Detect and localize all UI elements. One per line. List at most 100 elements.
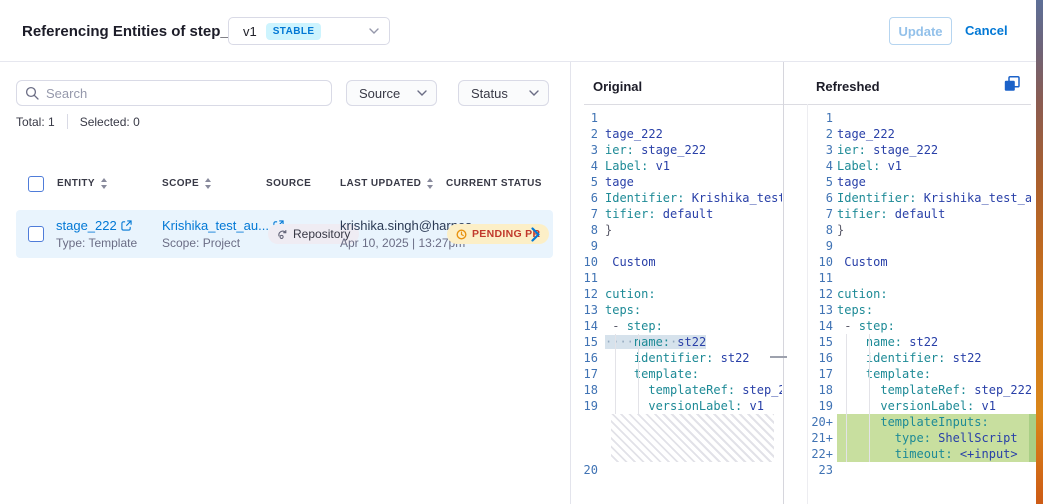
code-line: 15····name:·st22 xyxy=(571,334,782,350)
sort-icon[interactable] xyxy=(426,178,434,189)
code-line: 20 xyxy=(571,462,782,478)
scope-cell: Krishika_test_au... Scope: Project xyxy=(162,218,284,250)
indent-guide xyxy=(638,334,639,414)
status-filter-dropdown[interactable]: Status xyxy=(458,80,549,106)
scrollbar-thumb[interactable] xyxy=(770,356,787,358)
code-line: 3ier: stage_222 xyxy=(807,142,1031,158)
code-line: 2tage_222 xyxy=(807,126,1031,142)
code-line: 23 xyxy=(807,462,1031,478)
code-line: 13teps: xyxy=(807,302,1031,318)
results-summary: Total: 1 Selected: 0 xyxy=(16,114,140,129)
code-line: 2tage_222 xyxy=(571,126,782,142)
column-header-current-status: CURRENT STATUS xyxy=(446,178,542,189)
code-line: 19 versionLabel: v1 xyxy=(571,398,782,414)
code-line: 18 templateRef: step_222 xyxy=(571,382,782,398)
code-line: 13teps: xyxy=(571,302,782,318)
cancel-button[interactable]: Cancel xyxy=(965,17,1008,45)
code-line: 17 template: xyxy=(807,366,1031,382)
version-label: v1 xyxy=(243,24,257,39)
code-line: 16 identifier: st22 xyxy=(807,350,1031,366)
clock-icon xyxy=(456,229,467,240)
stable-badge: STABLE xyxy=(266,23,322,40)
table-row[interactable]: stage_222 Type: Template Krishika_test_a… xyxy=(16,210,553,258)
diff-sash[interactable] xyxy=(783,62,784,504)
external-link-icon[interactable] xyxy=(121,220,132,231)
chevron-down-icon xyxy=(369,28,379,34)
source-filter-dropdown[interactable]: Source xyxy=(346,80,437,106)
indent-guide xyxy=(869,334,870,462)
code-line: 9 xyxy=(571,238,782,254)
column-header-source: SOURCE xyxy=(266,178,311,189)
code-line: 22+ timeout: <+input> xyxy=(807,446,1031,462)
table-header: ENTITY SCOPE SOURCE LAST UPDATED CURRENT… xyxy=(0,176,570,194)
original-code[interactable]: 12tage_2223ier: stage_2224Label: v15tage… xyxy=(571,110,782,500)
column-header-scope[interactable]: SCOPE xyxy=(162,178,212,189)
original-pane-title: Original xyxy=(593,79,642,94)
refreshed-pane-title: Refreshed xyxy=(816,79,880,94)
divider xyxy=(67,114,68,129)
scope-sub: Scope: Project xyxy=(162,236,284,250)
code-line: 10 Custom xyxy=(807,254,1031,270)
code-line: 19 versionLabel: v1 xyxy=(807,398,1031,414)
code-line: 10 Custom xyxy=(571,254,782,270)
code-line: 20+ templateInputs: xyxy=(807,414,1031,430)
code-line: 14 - step: xyxy=(807,318,1031,334)
code-line: 8} xyxy=(807,222,1031,238)
sort-icon[interactable] xyxy=(204,178,212,189)
column-header-entity[interactable]: ENTITY xyxy=(57,178,108,189)
update-button[interactable]: Update xyxy=(889,17,952,45)
code-line: 7tifier: default xyxy=(807,206,1031,222)
code-line: 5tage xyxy=(571,174,782,190)
background-page-strip xyxy=(1036,0,1043,504)
code-line: 8} xyxy=(571,222,782,238)
entity-link[interactable]: stage_222 xyxy=(56,218,117,233)
code-line: 11 xyxy=(807,270,1031,286)
referencing-entities-modal: Referencing Entities of step_222 v1 STAB… xyxy=(0,0,1043,504)
code-line: 11 xyxy=(571,270,782,286)
status-filter-label: Status xyxy=(471,86,508,101)
code-line: 6Identifier: Krishika_test_aut xyxy=(807,190,1031,206)
scope-link[interactable]: Krishika_test_au... xyxy=(162,218,269,233)
yaml-diff-view: Original Refreshed 12tage_2223ier: stage… xyxy=(570,62,1036,504)
sort-icon[interactable] xyxy=(100,178,108,189)
search-box[interactable] xyxy=(16,80,332,106)
repository-icon xyxy=(277,229,288,240)
select-all-checkbox[interactable] xyxy=(28,176,44,192)
search-icon xyxy=(25,86,39,100)
column-header-last-updated[interactable]: LAST UPDATED xyxy=(340,178,434,189)
code-line: 4Label: v1 xyxy=(571,158,782,174)
code-line: 1 xyxy=(807,110,1031,126)
chevron-down-icon xyxy=(417,90,427,96)
code-line: 15 name: st22 xyxy=(807,334,1031,350)
entity-type: Type: Template xyxy=(56,236,137,250)
code-line: 18 templateRef: step_222 xyxy=(807,382,1031,398)
indent-guide xyxy=(615,334,616,414)
entity-cell: stage_222 Type: Template xyxy=(56,218,137,250)
page-title: Referencing Entities of step_222 xyxy=(22,23,254,40)
diff-placeholder-hatch xyxy=(611,414,774,462)
modal-header: Referencing Entities of step_222 v1 STAB… xyxy=(0,0,1036,62)
code-line: 9 xyxy=(807,238,1031,254)
search-input[interactable] xyxy=(46,86,323,101)
copy-icon[interactable] xyxy=(1003,76,1021,94)
code-line: 5tage xyxy=(807,174,1031,190)
code-line: 21+ type: ShellScript xyxy=(807,430,1031,446)
chevron-down-icon xyxy=(529,90,539,96)
code-line: 3ier: stage_222 xyxy=(571,142,782,158)
entities-panel: Source Status Total: 1 Selected: 0 ENTIT… xyxy=(0,62,570,504)
code-line: 12cution: xyxy=(571,286,782,302)
code-line: 7tifier: default xyxy=(571,206,782,222)
code-line: 17 template: xyxy=(571,366,782,382)
code-line: 14 - step: xyxy=(571,318,782,334)
source-filter-label: Source xyxy=(359,86,400,101)
row-checkbox[interactable] xyxy=(28,226,44,242)
chevron-right-icon[interactable] xyxy=(531,227,540,247)
code-line: 4Label: v1 xyxy=(807,158,1031,174)
refreshed-code[interactable]: 12tage_2223ier: stage_2224Label: v15tage… xyxy=(807,110,1031,500)
code-line: 1 xyxy=(571,110,782,126)
version-dropdown[interactable]: v1 STABLE xyxy=(228,17,390,45)
code-line: 16 identifier: st22 xyxy=(571,350,782,366)
selected-count: Selected: 0 xyxy=(80,115,140,129)
total-count: Total: 1 xyxy=(16,115,55,129)
indent-guide xyxy=(846,334,847,462)
